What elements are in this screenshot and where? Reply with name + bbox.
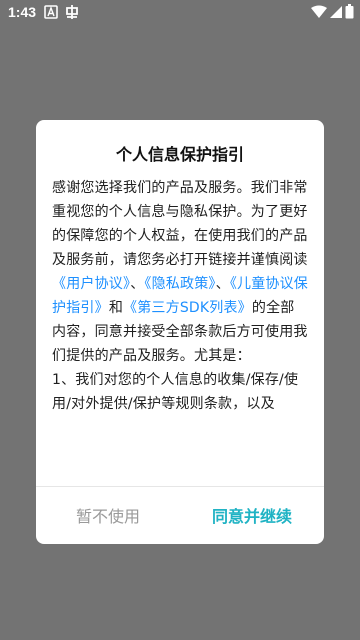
third-party-sdk-link[interactable]: 《第三方SDK列表》 xyxy=(123,300,252,316)
point-1-text: 1、我们对您的个人信息的收集/保存/使用/对外提供/保护等规则条款，以及 xyxy=(52,372,299,412)
privacy-policy-link[interactable]: 《隐私政策》 xyxy=(144,276,215,292)
dialog-body: 感谢您选择我们的产品及服务。我们非常重视您的个人信息与隐私保护。为了更好的保障您… xyxy=(52,176,308,476)
decline-button[interactable]: 暂不使用 xyxy=(36,487,180,543)
and-text: 和 xyxy=(108,300,124,316)
wifi-icon xyxy=(311,4,327,23)
signal-icon xyxy=(329,4,343,23)
user-agreement-link[interactable]: 《用户协议》 xyxy=(52,276,130,292)
dialog-title: 个人信息保护指引 xyxy=(115,145,244,164)
agree-continue-button[interactable]: 同意并继续 xyxy=(180,487,324,543)
battery-icon xyxy=(345,4,354,23)
status-bar: 1:43 xyxy=(0,0,360,24)
status-time: 1:43 xyxy=(8,4,37,20)
privacy-dialog: 个人信息保护指引 感谢您选择我们的产品及服务。我们非常重视您的个人信息与隐私保护… xyxy=(36,120,324,544)
separator-2: 、 xyxy=(215,276,230,292)
intro-text: 感谢您选择我们的产品及服务。我们非常重视您的个人信息与隐私保护。为了更好的保障您… xyxy=(52,180,308,268)
notification-a-icon xyxy=(44,4,58,24)
status-right-icons xyxy=(309,4,354,23)
app-notification-icon xyxy=(64,4,80,24)
separator-1: 、 xyxy=(130,276,145,292)
